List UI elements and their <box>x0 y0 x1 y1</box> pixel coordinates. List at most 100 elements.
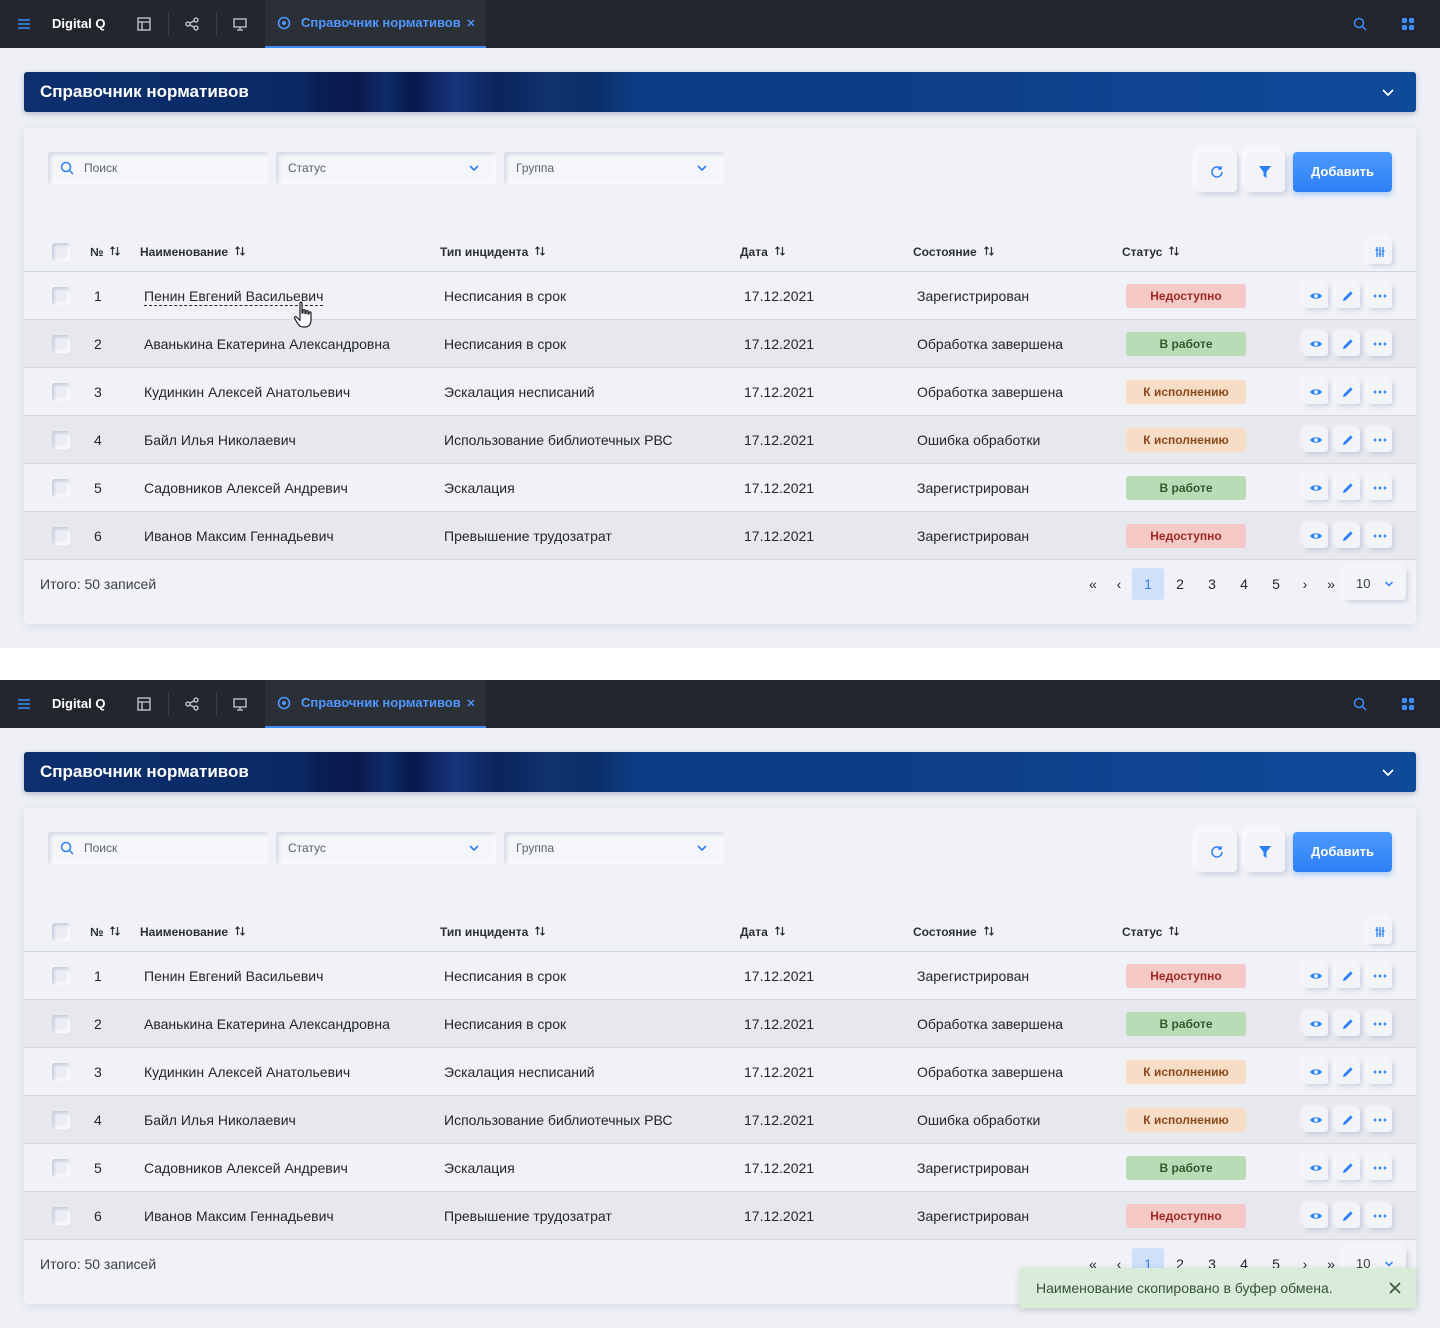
status-select[interactable]: Статус <box>276 832 496 864</box>
edit-button[interactable] <box>1336 476 1360 500</box>
more-button[interactable] <box>1368 476 1392 500</box>
column-header-date[interactable]: Дата <box>740 232 786 273</box>
view-button[interactable] <box>1304 332 1328 356</box>
more-button[interactable] <box>1368 1012 1392 1036</box>
table-row[interactable]: 4 Байл Илья Николаевич Использование библи… <box>24 1096 1416 1144</box>
more-button[interactable] <box>1368 524 1392 548</box>
edit-button[interactable] <box>1336 1204 1360 1228</box>
filter-button[interactable] <box>1245 152 1285 192</box>
chevron-down-icon[interactable] <box>1380 86 1396 98</box>
column-header-state[interactable]: Состояние <box>913 232 995 273</box>
page-5-button[interactable]: 5 <box>1260 568 1292 600</box>
tab-reference[interactable]: Справочник нормативов <box>265 680 486 728</box>
search-icon[interactable] <box>1348 12 1372 36</box>
close-icon[interactable] <box>465 17 477 29</box>
table-row[interactable]: 1 Пенин Евгений Васильевич Несписания в ср… <box>24 272 1416 320</box>
more-button[interactable] <box>1368 284 1392 308</box>
view-button[interactable] <box>1304 284 1328 308</box>
group-select[interactable]: Группа <box>504 832 724 864</box>
row-checkbox[interactable] <box>52 1207 70 1225</box>
more-button[interactable] <box>1368 1108 1392 1132</box>
table-row[interactable]: 5 Садовников Алексей Андревич Эскалация 17.… <box>24 464 1416 512</box>
more-button[interactable] <box>1368 964 1392 988</box>
edit-button[interactable] <box>1336 284 1360 308</box>
view-button[interactable] <box>1304 476 1328 500</box>
refresh-button[interactable] <box>1197 152 1237 192</box>
next-page-button[interactable]: › <box>1294 568 1316 600</box>
column-header-state[interactable]: Состояние <box>913 912 995 953</box>
more-button[interactable] <box>1368 1204 1392 1228</box>
column-header-num[interactable]: № <box>90 912 121 953</box>
table-row[interactable]: 6 Иванов Максим Геннадьевич Превышение тру… <box>24 512 1416 560</box>
view-button[interactable] <box>1304 1156 1328 1180</box>
row-checkbox[interactable] <box>52 335 70 353</box>
cell-name[interactable]: Байл Илья Николаевич <box>144 1096 296 1144</box>
table-row[interactable]: 4 Байл Илья Николаевич Использование библи… <box>24 416 1416 464</box>
select-all-checkbox[interactable] <box>52 923 70 941</box>
table-row[interactable]: 6 Иванов Максим Геннадьевич Превышение тру… <box>24 1192 1416 1240</box>
add-button[interactable]: Добавить <box>1293 832 1392 872</box>
cell-name[interactable]: Кудинкин Алексей Анатольевич <box>144 368 350 416</box>
apps-icon[interactable] <box>1396 12 1420 36</box>
share-icon[interactable] <box>180 12 204 36</box>
group-select[interactable]: Группа <box>504 152 724 184</box>
table-row[interactable]: 5 Садовников Алексей Андревич Эскалация 17.… <box>24 1144 1416 1192</box>
column-header-status[interactable]: Статус <box>1122 232 1180 273</box>
page-3-button[interactable]: 3 <box>1196 568 1228 600</box>
cell-name[interactable]: Иванов Максим Геннадьевич <box>144 1192 334 1240</box>
status-select[interactable]: Статус <box>276 152 496 184</box>
monitor-icon[interactable] <box>228 12 252 36</box>
monitor-icon[interactable] <box>228 692 252 716</box>
cell-name[interactable]: Садовников Алексей Андревич <box>144 464 348 512</box>
edit-button[interactable] <box>1336 428 1360 452</box>
search-input[interactable]: Поиск <box>48 152 268 184</box>
row-checkbox[interactable] <box>52 383 70 401</box>
column-header-type[interactable]: Тип инцидента <box>440 232 546 273</box>
cell-name[interactable]: Иванов Максим Геннадьевич <box>144 512 334 560</box>
column-settings-button[interactable] <box>1368 240 1392 264</box>
table-row[interactable]: 1 Пенин Евгений Васильевич Несписания в ср… <box>24 952 1416 1000</box>
more-button[interactable] <box>1368 428 1392 452</box>
view-button[interactable] <box>1304 964 1328 988</box>
menu-icon[interactable] <box>12 12 36 36</box>
row-checkbox[interactable] <box>52 1159 70 1177</box>
cell-name[interactable]: Садовников Алексей Андревич <box>144 1144 348 1192</box>
more-button[interactable] <box>1368 1156 1392 1180</box>
refresh-button[interactable] <box>1197 832 1237 872</box>
cell-name[interactable]: Аванькина Екатерина Александровна <box>144 1000 390 1048</box>
more-button[interactable] <box>1368 1060 1392 1084</box>
close-icon[interactable] <box>465 697 477 709</box>
column-header-date[interactable]: Дата <box>740 912 786 953</box>
filter-button[interactable] <box>1245 832 1285 872</box>
page-1-button[interactable]: 1 <box>1132 568 1164 600</box>
view-button[interactable] <box>1304 1060 1328 1084</box>
view-button[interactable] <box>1304 524 1328 548</box>
share-icon[interactable] <box>180 692 204 716</box>
page-4-button[interactable]: 4 <box>1228 568 1260 600</box>
cell-name[interactable]: Пенин Евгений Васильевич <box>144 952 323 1000</box>
apps-icon[interactable] <box>1396 692 1420 716</box>
table-row[interactable]: 2 Аванькина Екатерина Александровна Неспис… <box>24 1000 1416 1048</box>
table-row[interactable]: 3 Кудинкин Алексей Анатольевич Эскалация н… <box>24 368 1416 416</box>
row-checkbox[interactable] <box>52 287 70 305</box>
edit-button[interactable] <box>1336 380 1360 404</box>
add-button[interactable]: Добавить <box>1293 152 1392 192</box>
edit-button[interactable] <box>1336 1108 1360 1132</box>
menu-icon[interactable] <box>12 692 36 716</box>
prev-page-button[interactable]: ‹ <box>1108 568 1130 600</box>
chevron-down-icon[interactable] <box>1380 766 1396 778</box>
row-checkbox[interactable] <box>52 1111 70 1129</box>
edit-button[interactable] <box>1336 332 1360 356</box>
search-input[interactable]: Поиск <box>48 832 268 864</box>
row-checkbox[interactable] <box>52 1063 70 1081</box>
cell-name[interactable]: Аванькина Екатерина Александровна <box>144 320 390 368</box>
column-header-type[interactable]: Тип инцидента <box>440 912 546 953</box>
per-page-select[interactable]: 10 <box>1344 568 1406 600</box>
view-button[interactable] <box>1304 428 1328 452</box>
cell-name[interactable]: Кудинкин Алексей Анатольевич <box>144 1048 350 1096</box>
edit-button[interactable] <box>1336 1012 1360 1036</box>
edit-button[interactable] <box>1336 964 1360 988</box>
last-page-button[interactable]: » <box>1320 568 1342 600</box>
row-checkbox[interactable] <box>52 1015 70 1033</box>
column-header-status[interactable]: Статус <box>1122 912 1180 953</box>
